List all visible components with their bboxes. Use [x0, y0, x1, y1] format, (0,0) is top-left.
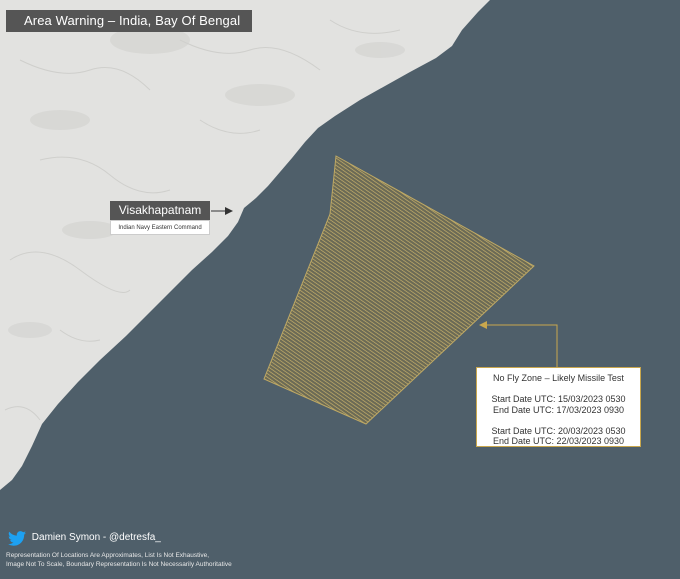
city-sublabel: Indian Navy Eastern Command — [110, 220, 210, 235]
map-canvas — [0, 0, 680, 579]
disclaimer-line-2: Image Not To Scale, Boundary Representat… — [6, 561, 232, 568]
twitter-bird-icon — [8, 530, 26, 546]
disclaimer: Representation Of Locations Are Approxim… — [6, 551, 406, 569]
map-title: Area Warning – India, Bay Of Bengal — [6, 10, 252, 32]
window2-start: Start Date UTC: 20/03/2023 0530 — [491, 425, 626, 436]
no-fly-zone-info: No Fly Zone – Likely Missile Test Start … — [476, 367, 641, 447]
zone-heading: No Fly Zone – Likely Missile Test — [493, 373, 624, 383]
window1-start: Start Date UTC: 15/03/2023 0530 — [491, 394, 626, 404]
disclaimer-line-1: Representation Of Locations Are Approxim… — [6, 552, 210, 559]
author-credit: Damien Symon - @detresfa_ — [8, 530, 161, 546]
author-name: Damien Symon - @detresfa_ — [31, 532, 161, 543]
window2-end: End Date UTC: 22/03/2023 0930 — [492, 436, 625, 446]
window1-end: End Date UTC: 17/03/2023 0930 — [492, 404, 625, 415]
city-label: Visakhapatnam — [110, 201, 210, 220]
